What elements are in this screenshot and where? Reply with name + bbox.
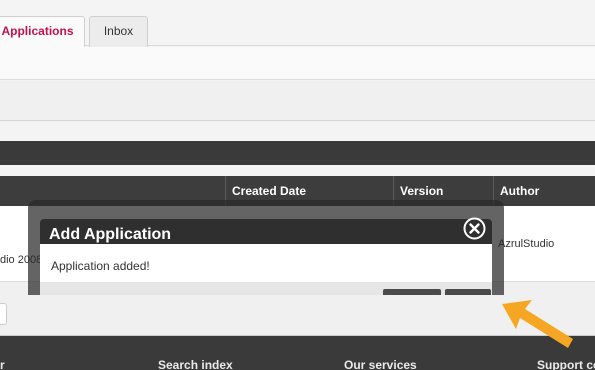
footer-link-calendar[interactable]: dar [0, 358, 14, 370]
close-icon[interactable] [463, 217, 486, 240]
tab-inbox[interactable]: Inbox [89, 16, 148, 47]
dialog-button-primary[interactable] [383, 289, 441, 295]
row-author-cell: AzrulStudio [498, 238, 555, 250]
dialog-title: Add Application [49, 226, 172, 243]
pagination-button[interactable] [0, 303, 7, 325]
toolbar [0, 81, 595, 121]
content-panel [0, 47, 595, 80]
tab-applications[interactable]: Applications [0, 16, 85, 47]
tab-bar: Applications Inbox [0, 0, 595, 47]
dialog-message: Application added! [51, 259, 150, 273]
column-header-author[interactable]: Author [493, 176, 595, 206]
footer-link-our-services[interactable]: Our services [344, 358, 417, 370]
add-application-dialog: Add Application Application added! [40, 219, 492, 295]
footer-link-support[interactable]: Support ce [537, 358, 595, 370]
dialog-footer [40, 282, 492, 295]
footer-link-search-index[interactable]: Search index [158, 358, 233, 370]
tab-applications-label: Applications [1, 24, 74, 38]
tab-inbox-label: Inbox [103, 24, 134, 38]
arrow-pointer-icon [502, 300, 573, 348]
dialog-button-secondary[interactable] [445, 289, 491, 295]
section-header-bar [0, 141, 595, 165]
dialog-body: Application added! [40, 244, 492, 282]
